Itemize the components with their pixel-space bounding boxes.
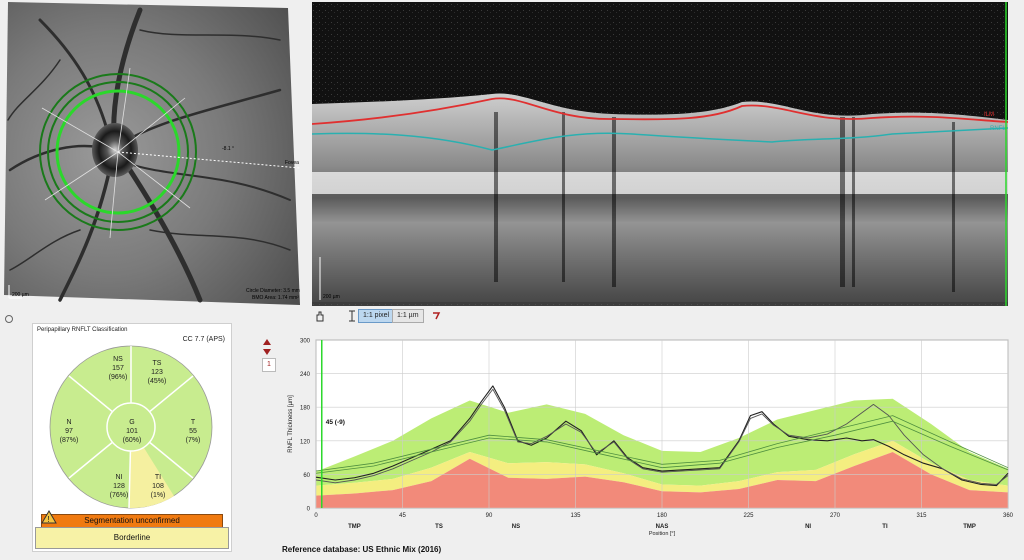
x-tick-label: 225: [743, 513, 754, 519]
undo-icon[interactable]: [430, 309, 442, 327]
fundus-image[interactable]: Fovea -8.1 ° Circle Diameter: 3.5 mm BMO…: [0, 0, 310, 310]
oct-bscan-image[interactable]: ILM RNFL 200 µm: [311, 2, 1009, 306]
y-tick-label: 0: [307, 507, 311, 513]
sector-ns: NS 157 (96%): [108, 356, 128, 381]
page-number-box[interactable]: 1: [262, 358, 276, 372]
rnfl-classification-panel: Peripapillary RNFLT Classification CC 7.…: [32, 323, 232, 552]
bscan-scale-label: 200 µm: [323, 294, 340, 300]
y-tick-label: 60: [303, 473, 310, 479]
x-tick-label: 90: [486, 513, 493, 519]
x-tick-label: 0: [314, 513, 318, 519]
reference-database-label: Reference database: US Ethnic Mix (2016): [282, 545, 442, 554]
sector-axis-label: TMP: [348, 524, 361, 530]
x-tick-label: 270: [830, 513, 841, 519]
sector-ni: NI 128 (76%): [109, 474, 129, 499]
cursor-readout: 45 (-9): [326, 419, 345, 426]
classification-status-text: Borderline: [113, 533, 151, 542]
x-tick-label: 360: [1003, 513, 1014, 519]
segmentation-warning-bar: Segmentation unconfirmed: [41, 514, 223, 528]
svg-text:!: !: [48, 515, 50, 524]
rnfl-label: RNFL: [990, 126, 1006, 132]
fovea-label: Fovea: [285, 160, 299, 166]
y-tick-label: 240: [300, 372, 311, 378]
sector-axis-label: NS: [512, 524, 520, 530]
segmentation-warning-text: Segmentation unconfirmed: [84, 516, 180, 525]
toolbar: 1:1 pixel 1:1 µm: [312, 309, 1012, 325]
sector-axis-label: NI: [805, 524, 811, 530]
sector-g: G 101 (60%): [122, 419, 142, 444]
y-tick-label: 180: [300, 406, 311, 412]
fundus-image-panel[interactable]: Fovea -8.1 ° Circle Diameter: 3.5 mm BMO…: [0, 0, 310, 310]
fundus-options-icon[interactable]: [4, 311, 14, 329]
micron-scale-button[interactable]: 1:1 µm: [392, 309, 424, 323]
x-tick-label: 180: [657, 513, 668, 519]
sector-n: N 97 (87%): [59, 419, 79, 444]
x-axis-label: Position [°]: [649, 531, 676, 537]
sector-axis-label: TMP: [963, 524, 976, 530]
chart-svg: 0 60 120 180 240 300 0 45 90 135 180 225 270 315 360 TM…: [288, 339, 1014, 538]
ilm-label: ILM: [984, 112, 994, 118]
sector-axis-label: TI: [882, 524, 888, 530]
sector-axis-label: NAS: [656, 524, 669, 530]
y-tick-label: 120: [300, 439, 311, 445]
rnfl-thickness-chart: 0 60 120 180 240 300 0 45 90 135 180 225 270 315 360 TM…: [278, 328, 1018, 546]
oct-bscan-panel[interactable]: ILM RNFL 200 µm: [311, 2, 1009, 306]
x-tick-label: 135: [570, 513, 581, 519]
classification-status-badge: Borderline: [35, 527, 229, 549]
sector-ti: TI 108 (1%): [150, 474, 166, 499]
height-tool-icon[interactable]: [346, 309, 358, 327]
y-tick-label: 300: [300, 339, 311, 345]
fundus-scale-label: 200 µm: [12, 292, 29, 298]
bmo-area-label: BMO Area: 1.74 mm²: [252, 295, 299, 301]
sector-t: T 55 (7%): [185, 419, 201, 444]
y-axis-label: RNFL Thickness [µm]: [288, 395, 294, 453]
circle-diameter-label: Circle Diameter: 3.5 mm: [246, 288, 300, 294]
pixel-scale-button[interactable]: 1:1 pixel: [358, 309, 395, 323]
sector-ts: TS 123 (45%): [147, 360, 167, 385]
x-tick-label: 315: [916, 513, 927, 519]
hand-tool-icon[interactable]: [314, 309, 326, 327]
sector-axis-label: TS: [435, 524, 443, 530]
x-tick-label: 45: [399, 513, 406, 519]
angle-label: -8.1 °: [222, 146, 234, 152]
